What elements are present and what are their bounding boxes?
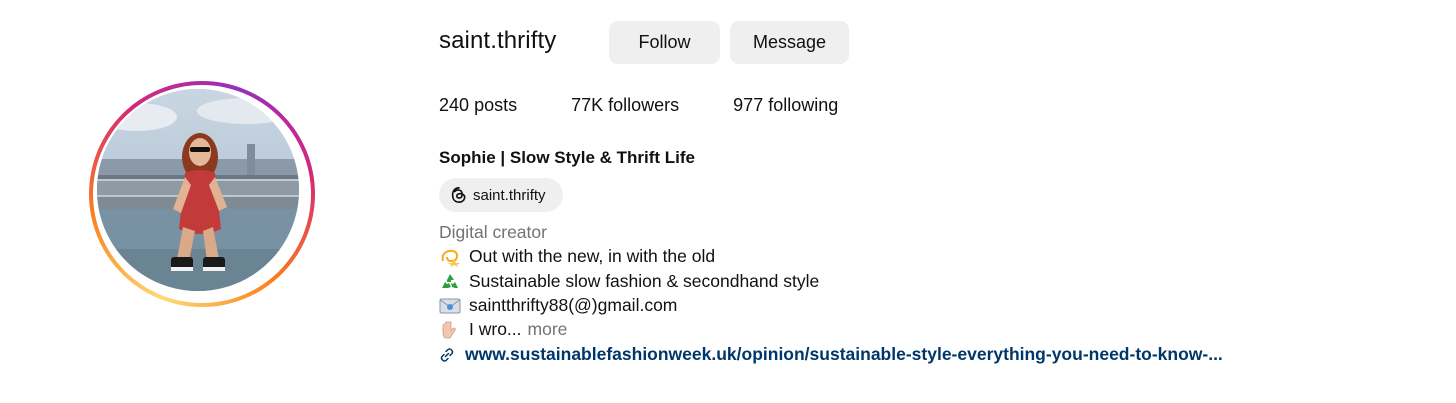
profile-category: Digital creator bbox=[439, 222, 547, 242]
profile-username: saint.thrifty bbox=[439, 27, 557, 54]
profile-avatar-ring[interactable] bbox=[89, 81, 315, 307]
pointing-down-icon bbox=[442, 321, 456, 338]
posts-stat: 240 posts bbox=[439, 95, 517, 116]
following-count: 977 bbox=[733, 95, 764, 115]
profile-link-text[interactable]: www.sustainablefashionweek.uk/opinion/su… bbox=[465, 344, 1223, 365]
bio-line: Sustainable slow fashion & secondhand st… bbox=[439, 271, 819, 292]
following-stat[interactable]: 977 following bbox=[733, 95, 838, 116]
posts-count: 240 bbox=[439, 95, 470, 115]
profile-full-name: Sophie | Slow Style & Thrift Life bbox=[439, 148, 695, 167]
followers-label: followers bbox=[608, 95, 680, 115]
message-button[interactable]: Message bbox=[730, 21, 849, 64]
profile-link[interactable]: www.sustainablefashionweek.uk/opinion/su… bbox=[439, 344, 1223, 365]
followers-stat[interactable]: 77K followers bbox=[571, 95, 679, 116]
threads-handle: saint.thrifty bbox=[473, 186, 546, 204]
following-label: following bbox=[768, 95, 839, 115]
link-icon bbox=[440, 347, 454, 362]
threads-badge[interactable]: saint.thrifty bbox=[439, 178, 563, 212]
more-link[interactable]: more bbox=[528, 319, 568, 340]
posts-label: posts bbox=[474, 95, 518, 115]
bio-text: Sustainable slow fashion & secondhand st… bbox=[469, 271, 820, 291]
bio-line: I wro... more bbox=[439, 319, 567, 340]
followers-count: 77K bbox=[571, 95, 604, 115]
bio-text: Out with the new, in with the old bbox=[469, 246, 716, 266]
bio-text: I wro... bbox=[469, 319, 522, 339]
avatar[interactable] bbox=[97, 89, 299, 291]
recycle-icon bbox=[442, 273, 458, 288]
bio-text: saintthrifty88(@)gmail.com bbox=[469, 295, 678, 315]
email-icon bbox=[439, 298, 461, 313]
profile-stats: 240 posts 77K followers 977 following bbox=[439, 95, 892, 116]
bio-line: Out with the new, in with the old bbox=[439, 246, 715, 267]
threads-icon bbox=[451, 187, 466, 203]
dizzy-icon bbox=[441, 249, 460, 267]
follow-button[interactable]: Follow bbox=[609, 21, 720, 64]
bio-line: saintthrifty88(@)gmail.com bbox=[439, 295, 677, 316]
